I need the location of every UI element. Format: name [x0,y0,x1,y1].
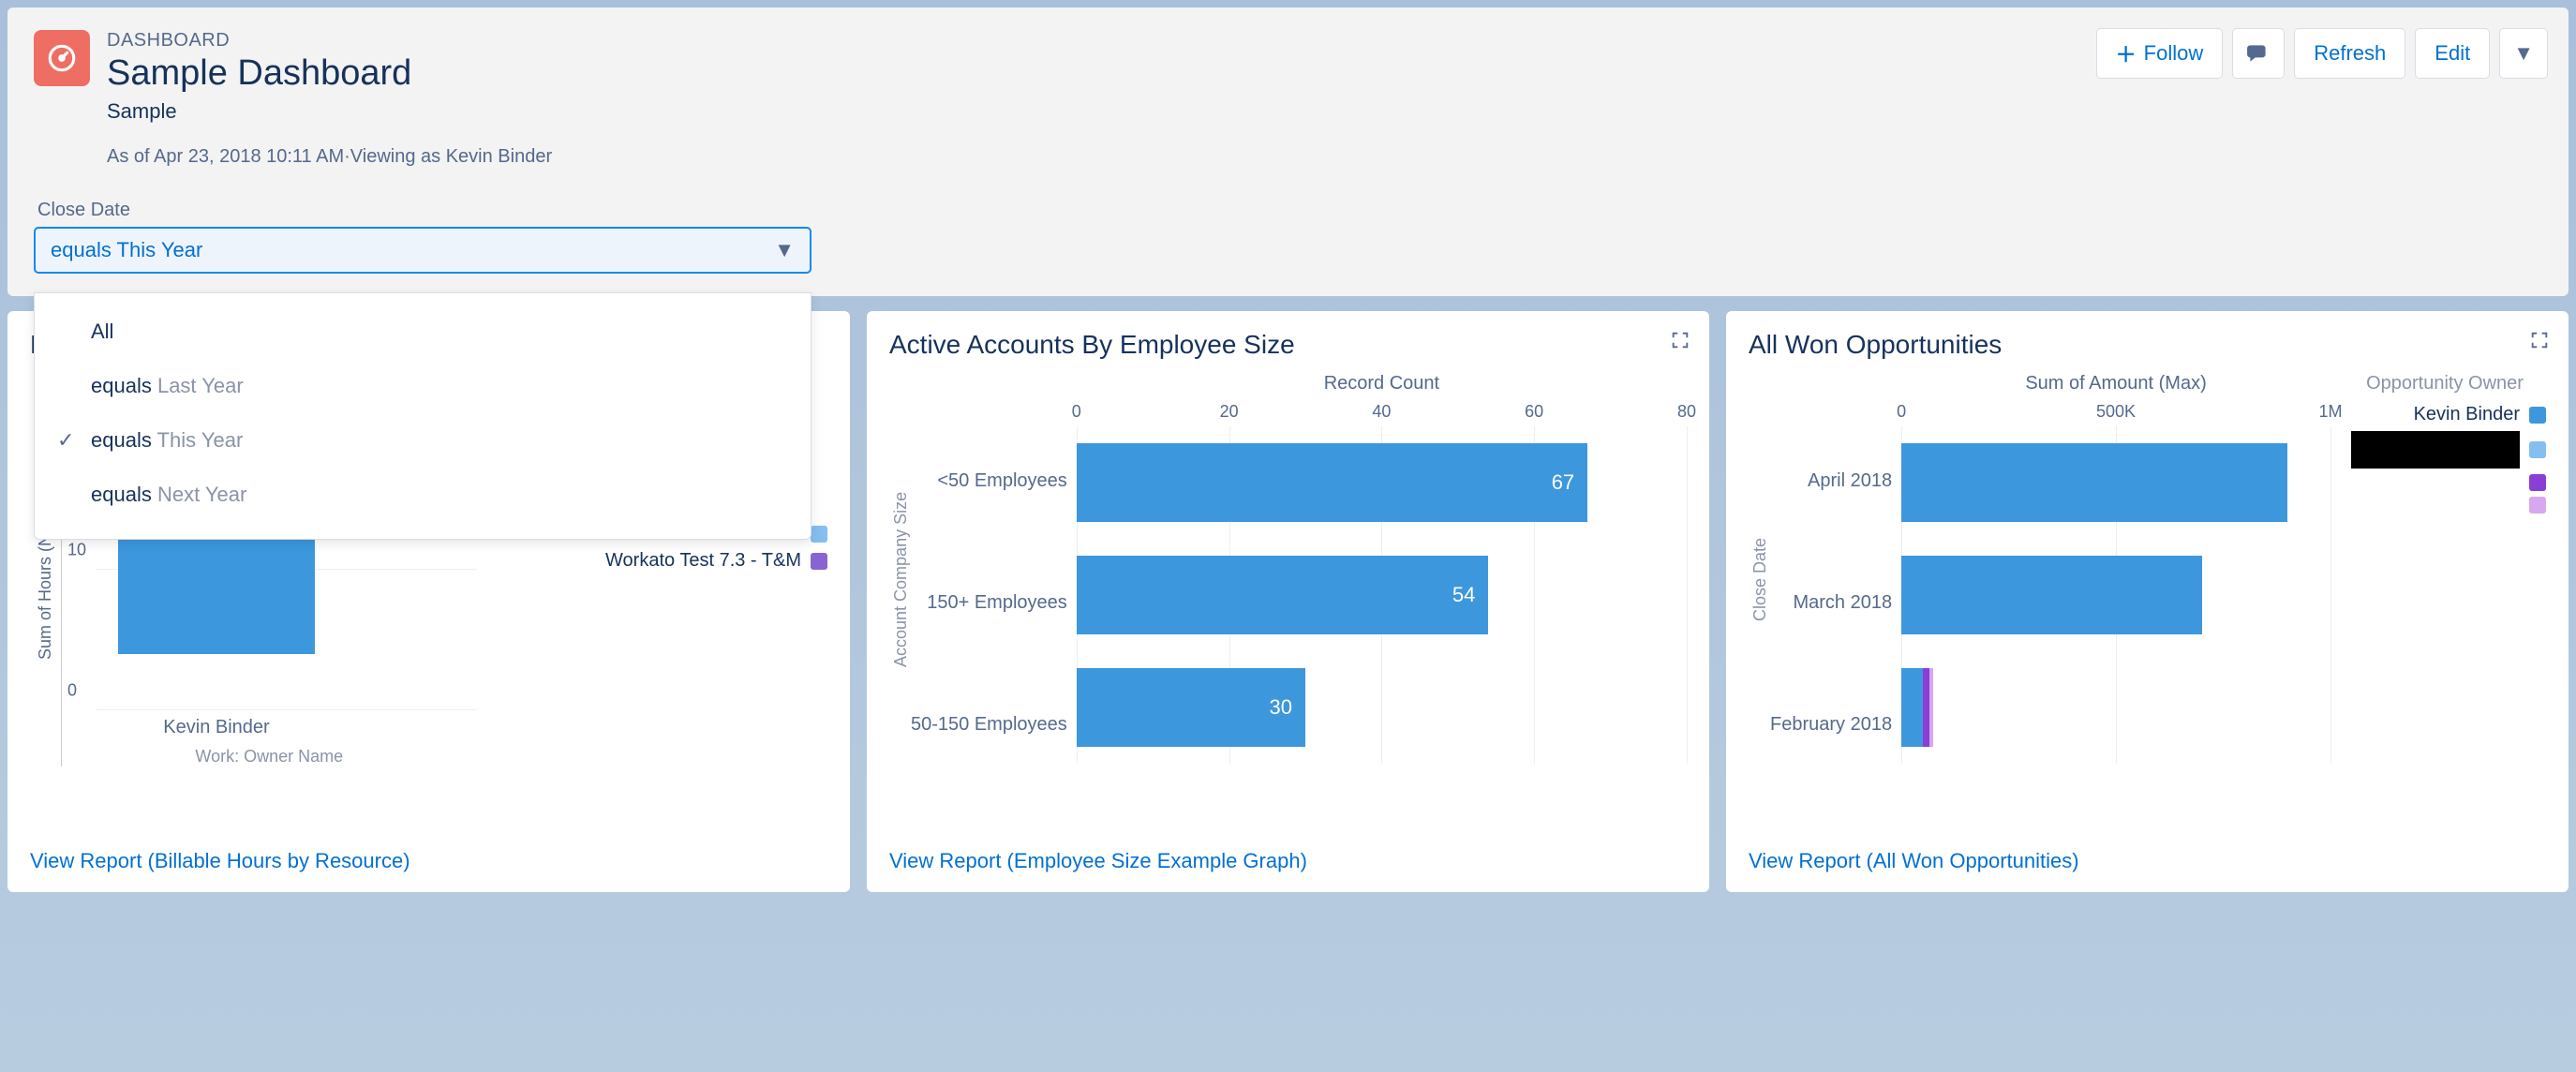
filter-value-suffix: This Year [117,238,203,261]
xtick: 20 [1220,402,1239,422]
legend-swatch [2529,497,2546,514]
close-date-dropdown: Allequals Last Year✓equals This Yearequa… [34,292,812,540]
chart-ylabel: Close Date [1749,373,1770,785]
ytick-10: 10 [67,541,86,560]
chart-bar-segment [1929,668,1934,747]
follow-button[interactable]: ＋ Follow [2096,28,2224,79]
dropdown-item[interactable]: equals Next Year [35,468,811,522]
close-date-filter[interactable]: equals This Year ▼ [34,227,812,274]
legend-label: Workato Test 7.3 - T&M [605,550,801,572]
xtick: 60 [1525,402,1543,422]
legend-swatch [2529,474,2546,491]
accounts-chart: Record Count 020406080 675430 [1077,373,1687,785]
chart-category: March 2018 [1770,556,1892,649]
chart-category: April 2018 [1770,434,1892,528]
ytick-0: 0 [67,681,77,701]
chart-xlabel: Sum of Amount (Max) [1901,373,2330,395]
won-chart: Sum of Amount (Max) 0500K1M [1901,373,2330,785]
chart-bar-segment [1923,668,1929,747]
legend-item: Kevin Binder [2344,404,2546,425]
legend-item [2344,474,2546,491]
card-won-opportunities: All Won Opportunities Close Date April 2… [1726,311,2569,892]
chart-bar: 30 [1077,668,1305,747]
page-subtitle: Sample [107,99,2539,124]
expand-icon [2529,330,2550,350]
collaborate-button[interactable] [2232,28,2285,79]
legend-label: Kevin Binder [2414,404,2520,425]
check-icon: ✓ [57,428,74,453]
xtick: 0 [1897,402,1906,422]
caret-down-icon: ▼ [2513,41,2534,66]
refresh-label: Refresh [2314,41,2386,66]
chart-xlabel: Work: Owner Name [62,747,477,767]
legend-swatch [2529,407,2546,424]
xtick: 500K [2096,402,2136,422]
caret-down-icon: ▼ [774,238,795,262]
chart-bar-segment [1901,443,2287,522]
chart-category: 150+ Employees [911,556,1067,649]
legend-title: Opportunity Owner [2344,373,2546,395]
page-meta: As of Apr 23, 2018 10:11 AM·Viewing as K… [107,146,2539,168]
legend-item [2344,497,2546,514]
xtick: 40 [1372,402,1391,422]
chart-bar: 54 [1077,556,1489,634]
legend-swatch [811,553,827,570]
card-title: All Won Opportunities [1749,330,2546,360]
chart-bar-segment [1901,668,1923,747]
follow-label: Follow [2144,41,2204,66]
chart-category: February 2018 [1770,677,1892,771]
chart-category: 50-150 Employees [911,677,1067,771]
plus-icon: ＋ [2116,38,2137,68]
won-legend: Kevin Binder [2344,404,2546,514]
dropdown-item[interactable]: equals Last Year [35,359,811,413]
dropdown-item[interactable]: All [35,305,811,359]
expand-icon [1670,330,1690,350]
xtick: 0 [1072,402,1081,422]
chart-bar: 67 [1077,443,1587,522]
card-active-accounts: Active Accounts By Employee Size Account… [867,311,1709,892]
xtick: 80 [1677,402,1696,422]
filter-label: Close Date [37,200,2539,221]
chart-bar-segment [1901,556,2202,634]
chart-category: <50 Employees [911,434,1067,528]
view-report-link[interactable]: View Report (Employee Size Example Graph… [889,826,1687,873]
chart-category: Kevin Binder [118,717,315,738]
view-report-link[interactable]: View Report (All Won Opportunities) [1749,826,2546,873]
dashboard-icon [34,30,90,86]
xtick: 1M [2318,402,2342,422]
header-actions: ＋ Follow Refresh Edit ▼ [2096,28,2548,79]
legend-item: Workato Test 7.3 - T&M [477,550,827,572]
more-actions-button[interactable]: ▼ [2499,28,2548,79]
legend-item [2344,431,2546,469]
chat-icon [2246,43,2271,64]
view-report-link[interactable]: View Report (Billable Hours by Resource) [30,826,827,873]
expand-button[interactable] [1670,330,1690,355]
dashboard-header: DASHBOARD Sample Dashboard Sample As of … [7,7,2569,296]
dropdown-item[interactable]: ✓equals This Year [35,413,811,468]
refresh-button[interactable]: Refresh [2294,28,2405,79]
legend-label [2351,431,2520,469]
filter-value-prefix: equals [51,238,117,261]
legend-swatch [811,526,827,543]
edit-label: Edit [2435,41,2470,66]
chart-ylabel: Account Company Size [889,373,911,785]
chart-xlabel: Record Count [1077,373,1687,395]
edit-button[interactable]: Edit [2415,28,2490,79]
expand-button[interactable] [2529,330,2550,355]
legend-swatch [2529,441,2546,458]
card-title: Active Accounts By Employee Size [889,330,1687,360]
